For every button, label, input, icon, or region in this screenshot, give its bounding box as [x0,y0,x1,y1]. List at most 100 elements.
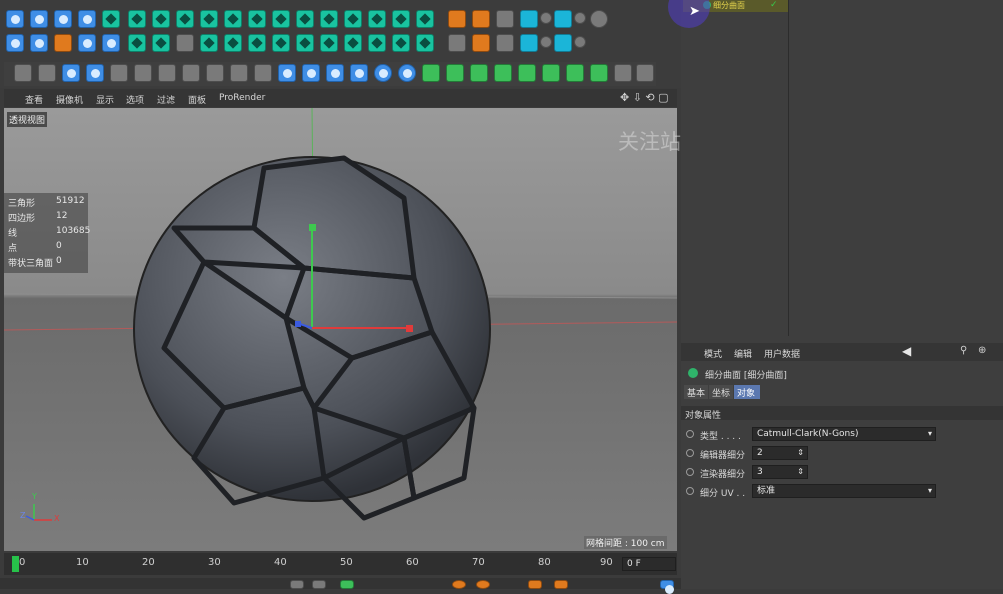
material-icon[interactable] [448,10,466,28]
viewport-menu-panel[interactable]: 面板 [188,93,206,106]
transport-button[interactable] [312,580,326,589]
nav-back-icon[interactable]: ◀ [902,344,911,358]
tool-icon-18[interactable] [470,64,488,82]
deformer-icon-3[interactable] [200,34,218,52]
tool-icon-15[interactable] [398,64,416,82]
tab-object[interactable]: 对象 [734,385,760,399]
subdivide-uv-dropdown[interactable]: 标准 ▾ [752,484,936,498]
attributes-menu-userdata[interactable]: 用户数据 [764,347,800,360]
editor-subdivision-field[interactable]: 2 ⇕ [752,446,808,460]
tab-basic[interactable]: 基本 [684,385,708,399]
deformer-icon-11[interactable] [392,34,410,52]
object-icon-11[interactable] [392,10,410,28]
picture-icon[interactable] [496,34,514,52]
deformer-icon-2[interactable] [152,34,170,52]
timeline-button[interactable] [660,580,674,594]
attributes-menu-edit[interactable]: 编辑 [734,347,752,360]
viewport-nav-icons[interactable]: ✥ ⇩ ⟲ ▢ [620,91,669,104]
tool-icon-13[interactable] [350,64,368,82]
undo-icon[interactable] [6,10,24,28]
record-button[interactable] [452,580,466,589]
object-icon-2[interactable] [176,10,194,28]
render-region-icon[interactable] [102,34,120,52]
sphere-icon[interactable] [590,10,608,28]
deformer-icon-7[interactable] [296,34,314,52]
gear-icon-2[interactable] [574,12,586,24]
object-icon-5[interactable] [248,10,266,28]
coordinate-icon[interactable] [30,34,48,52]
viewport-menu-options[interactable]: 选项 [126,93,144,106]
object-icon-7[interactable] [296,10,314,28]
3d-viewport[interactable] [4,108,677,551]
points-mode-icon[interactable] [14,64,32,82]
light-icon[interactable] [496,10,514,28]
tool-icon-21[interactable] [566,64,584,82]
tool-icon-23[interactable] [614,64,632,82]
tool-icon-9[interactable] [254,64,272,82]
text-tool-icon[interactable] [542,64,560,82]
tool-icon-11[interactable] [302,64,320,82]
viewport-menu-view[interactable]: 查看 [25,93,43,106]
object-name[interactable]: 细分曲面 [713,0,745,11]
viewport-menu-display[interactable]: 显示 [96,93,114,106]
spline-pen-icon[interactable] [448,34,466,52]
tool-icon-2[interactable] [86,64,104,82]
tool-icon-20[interactable] [518,64,536,82]
deformer-icon-1[interactable] [128,34,146,52]
param-anim-dot[interactable] [686,449,694,457]
key-button[interactable] [528,580,542,589]
tool-icon-3[interactable] [110,64,128,82]
gear-icon[interactable] [540,12,552,24]
type-dropdown[interactable]: Catmull-Clark(N-Gons) ▾ [752,427,936,441]
rotate-icon[interactable] [128,10,146,28]
tool-icon-19[interactable] [494,64,512,82]
attributes-menu-mode[interactable]: 模式 [704,347,722,360]
lock-icon[interactable]: ⊕ [978,345,986,356]
deformer-icon-4[interactable] [224,34,242,52]
deformer-icon-5[interactable] [248,34,266,52]
object-icon-10[interactable] [368,10,386,28]
settings-icon[interactable] [54,34,72,52]
move-icon[interactable] [78,10,96,28]
record-button-2[interactable] [476,580,490,589]
object-icon-1[interactable] [152,10,170,28]
viewport-menu-prorender[interactable]: ProRender [219,93,265,103]
deformer-icon-12[interactable] [416,34,434,52]
tool-icon-5[interactable] [158,64,176,82]
visibility-check-icon[interactable]: ✓ [770,0,778,10]
render-icon[interactable] [472,10,490,28]
redo-icon[interactable] [30,10,48,28]
bulb-icon[interactable] [472,34,490,52]
cube-icon-2[interactable] [520,34,538,52]
render-subdivision-field[interactable]: 3 ⇕ [752,465,808,479]
viewport-menu-filter[interactable]: 过滤 [157,93,175,106]
cube-icon-3[interactable] [554,34,572,52]
tool-icon-1[interactable] [62,64,80,82]
tool-icon-24[interactable] [636,64,654,82]
world-icon[interactable] [6,34,24,52]
playhead[interactable] [12,556,19,572]
deformer-icon-6[interactable] [272,34,290,52]
object-icon-4[interactable] [224,10,242,28]
object-icon-8[interactable] [320,10,338,28]
param-anim-dot[interactable] [686,487,694,495]
current-frame-field[interactable]: 0 F [622,557,676,571]
gear-icon-4[interactable] [574,36,586,48]
transport-button[interactable] [290,580,304,589]
viewport-menu-camera[interactable]: 摄像机 [56,93,83,106]
deformer-icon-8[interactable] [320,34,338,52]
corner-icon[interactable] [554,10,572,28]
tool-icon-14[interactable] [374,64,392,82]
scale-icon[interactable] [102,10,120,28]
search-icon[interactable]: ⚲ [960,345,967,356]
tool-icon-6[interactable] [182,64,200,82]
cube-icon[interactable] [520,10,538,28]
deformer-icon-10[interactable] [368,34,386,52]
tool-icon-16[interactable] [422,64,440,82]
param-anim-dot[interactable] [686,430,694,438]
tool-icon-4[interactable] [134,64,152,82]
tool-icon-8[interactable] [230,64,248,82]
edges-mode-icon[interactable] [38,64,56,82]
object-icon-3[interactable] [200,10,218,28]
key-button-2[interactable] [554,580,568,589]
